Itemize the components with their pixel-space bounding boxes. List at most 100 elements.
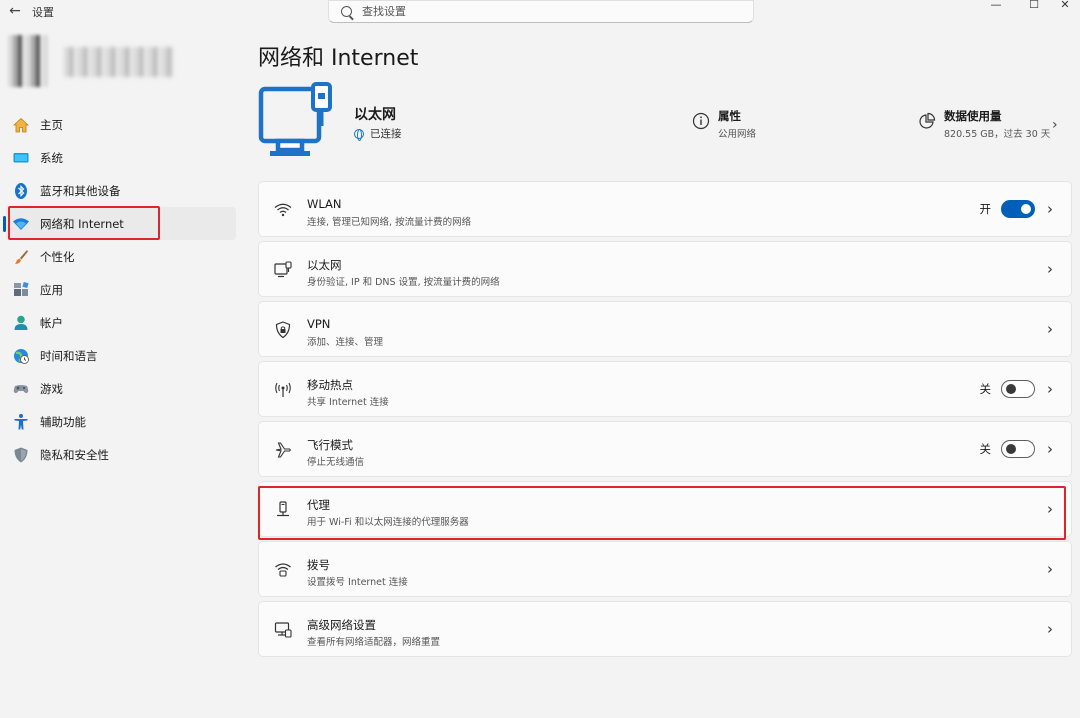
toggle-switch[interactable] (1001, 440, 1035, 458)
chevron-right-icon: › (1047, 260, 1053, 278)
proxy-icon (273, 500, 293, 520)
card-wlan[interactable]: WLAN 连接, 管理已知网络, 按流量计费的网络 开 › (258, 181, 1072, 237)
card-dialup[interactable]: 拨号 设置拨号 Internet 连接 › (258, 541, 1072, 597)
sidebar-item-system[interactable]: 系统 (6, 141, 236, 174)
network-icon (12, 215, 30, 233)
chevron-right-icon: › (1047, 200, 1053, 218)
card-subtitle: 用于 Wi-Fi 和以太网连接的代理服务器 (307, 517, 469, 528)
close-button[interactable]: ✕ (1050, 0, 1080, 12)
data-usage-subtitle: 820.55 GB，过去 30 天 (944, 129, 1051, 140)
sidebar-item-accounts[interactable]: 帐户 (6, 306, 236, 339)
toggle-switch[interactable] (1001, 200, 1035, 218)
chevron-right-icon: › (1052, 117, 1058, 133)
card-title: 拨号 (307, 558, 330, 572)
ethernet-hero: 以太网 已连接 属性 公用网络 数据使用量 820.55 GB，过去 30 天 … (258, 82, 1068, 162)
airplane-toggle[interactable]: 关 (979, 440, 1035, 458)
search-input[interactable] (362, 5, 722, 18)
wlan-toggle[interactable]: 开 (979, 200, 1035, 218)
sidebar-item-label: 主页 (40, 117, 63, 132)
sidebar-item-label: 时间和语言 (40, 348, 98, 363)
sidebar-item-personalization[interactable]: 个性化 (6, 240, 236, 273)
data-usage-link[interactable]: 数据使用量 820.55 GB，过去 30 天 › (918, 108, 1058, 140)
sidebar-item-label: 游戏 (40, 381, 63, 396)
app-title: 设置 (32, 6, 54, 19)
card-subtitle: 设置拨号 Internet 连接 (307, 577, 408, 588)
toggle-switch[interactable] (1001, 380, 1035, 398)
card-subtitle: 连接, 管理已知网络, 按流量计费的网络 (307, 217, 472, 228)
account-icon (12, 314, 30, 332)
sidebar-item-label: 个性化 (40, 249, 75, 264)
card-advanced-network[interactable]: 高级网络设置 查看所有网络适配器，网络重置 › (258, 601, 1072, 657)
card-subtitle: 共享 Internet 连接 (307, 397, 389, 408)
time-language-icon (12, 347, 30, 365)
properties-title: 属性 (718, 109, 741, 123)
properties-link[interactable]: 属性 公用网络 (692, 108, 756, 140)
hotspot-toggle[interactable]: 关 (980, 380, 1035, 398)
sidebar-item-gaming[interactable]: 游戏 (6, 372, 236, 405)
sidebar-item-label: 蓝牙和其他设备 (40, 183, 121, 198)
sidebar-item-time-language[interactable]: 时间和语言 (6, 339, 236, 372)
sidebar-item-privacy[interactable]: 隐私和安全性 (6, 438, 236, 471)
home-icon (12, 116, 30, 134)
card-vpn[interactable]: VPN 添加、连接、管理 › (258, 301, 1072, 357)
apps-icon (12, 281, 30, 299)
advanced-network-icon (273, 620, 293, 640)
sidebar-item-bluetooth[interactable]: 蓝牙和其他设备 (6, 174, 236, 207)
card-title: WLAN (307, 197, 342, 211)
info-icon (692, 112, 710, 130)
card-proxy[interactable]: 代理 用于 Wi-Fi 和以太网连接的代理服务器 › (258, 481, 1072, 537)
page-title: 网络和 Internet (258, 46, 419, 71)
properties-subtitle: 公用网络 (718, 129, 757, 140)
system-icon (12, 149, 30, 167)
chevron-right-icon: › (1047, 620, 1053, 638)
toggle-label: 关 (979, 442, 992, 456)
vpn-shield-icon (273, 320, 293, 340)
card-title: 以太网 (307, 258, 342, 272)
sidebar-item-accessibility[interactable]: 辅助功能 (6, 405, 236, 438)
toggle-label: 开 (979, 202, 992, 216)
card-title: 移动热点 (307, 378, 353, 392)
hero-connection-name: 以太网 (354, 107, 396, 123)
chevron-right-icon: › (1047, 440, 1053, 458)
search-icon (341, 6, 352, 17)
wifi-icon (273, 200, 293, 220)
sidebar-item-label: 网络和 Internet (40, 216, 124, 231)
network-settings-list: WLAN 连接, 管理已知网络, 按流量计费的网络 开 › 以太网 身份验证, … (258, 181, 1072, 661)
sidebar-item-home[interactable]: 主页 (6, 108, 236, 141)
bluetooth-icon (12, 182, 30, 200)
search-box[interactable] (328, 0, 754, 23)
hotspot-icon (273, 380, 293, 400)
hero-connection-status: 已连接 (354, 126, 402, 141)
sidebar-nav: 主页 系统 蓝牙和其他设备 网络和 Internet 个性化 应用 帐户 时间和… (3, 108, 236, 471)
status-text: 已连接 (370, 128, 402, 140)
card-title: 飞行模式 (307, 438, 353, 452)
shield-icon (12, 446, 30, 464)
ethernet-icon (273, 260, 293, 280)
card-subtitle: 查看所有网络适配器，网络重置 (307, 637, 441, 648)
profile-name-blurred (64, 47, 174, 77)
card-ethernet[interactable]: 以太网 身份验证, IP 和 DNS 设置, 按流量计费的网络 › (258, 241, 1072, 297)
card-airplane-mode[interactable]: 飞行模式 停止无线通信 关 › (258, 421, 1072, 477)
chevron-right-icon: › (1047, 320, 1053, 338)
card-mobile-hotspot[interactable]: 移动热点 共享 Internet 连接 关 › (258, 361, 1072, 417)
sidebar-item-label: 辅助功能 (40, 414, 86, 429)
chevron-right-icon: › (1047, 560, 1053, 578)
avatar (8, 35, 48, 87)
chevron-right-icon: › (1047, 500, 1053, 518)
title-bar: ← 设置 — ☐ ✕ (0, 0, 1080, 24)
gaming-icon (12, 380, 30, 398)
card-subtitle: 停止无线通信 (307, 457, 365, 468)
card-title: 高级网络设置 (307, 618, 376, 632)
card-subtitle: 添加、连接、管理 (307, 337, 384, 348)
accessibility-icon (12, 413, 30, 431)
pie-chart-icon (918, 112, 936, 130)
sidebar-item-label: 应用 (40, 282, 63, 297)
sidebar-item-label: 帐户 (40, 315, 63, 330)
back-arrow-icon[interactable]: ← (6, 2, 24, 20)
sidebar-item-apps[interactable]: 应用 (6, 273, 236, 306)
active-indicator (3, 216, 6, 232)
card-subtitle: 身份验证, IP 和 DNS 设置, 按流量计费的网络 (307, 277, 500, 288)
sidebar-item-network[interactable]: 网络和 Internet (3, 207, 236, 240)
brush-icon (12, 248, 30, 266)
card-title: 代理 (307, 498, 330, 512)
